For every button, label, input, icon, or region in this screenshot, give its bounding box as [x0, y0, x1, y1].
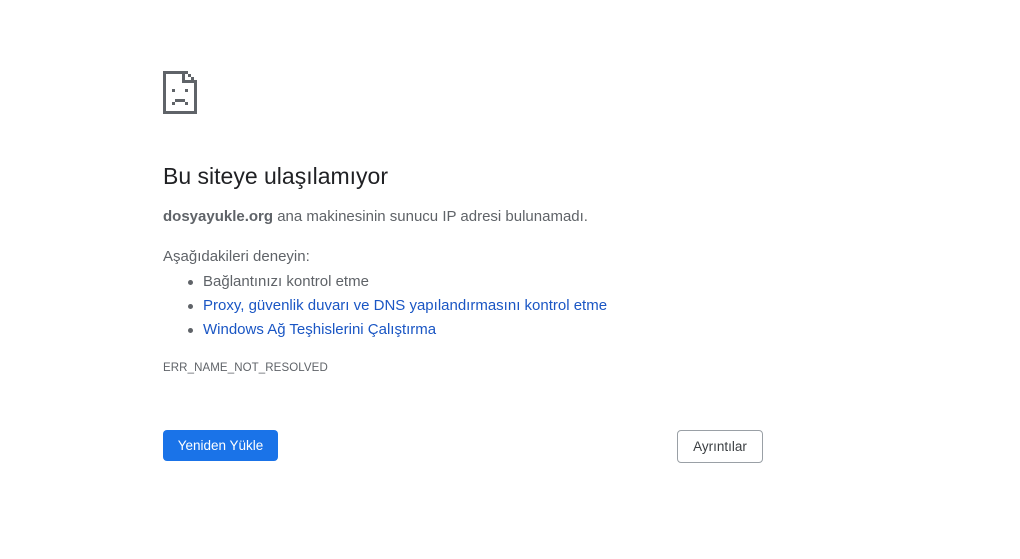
- suggestion-run-diagnostics-label[interactable]: Windows Ağ Teşhislerini Çalıştırma: [203, 321, 436, 338]
- suggestions-list: Bağlantınızı kontrol etme Proxy, güvenli…: [163, 270, 607, 342]
- error-code: ERR_NAME_NOT_RESOLVED: [163, 362, 328, 374]
- suggestion-check-connection: Bağlantınızı kontrol etme: [187, 270, 607, 294]
- error-description: dosyayukle.org ana makinesinin sunucu IP…: [163, 207, 588, 227]
- page-title: Bu siteye ulaşılamıyor: [163, 163, 388, 189]
- reload-button[interactable]: Yeniden Yükle: [163, 430, 278, 461]
- suggestions-heading: Aşağıdakileri deneyin:: [163, 248, 310, 265]
- suggestion-run-diagnostics-link[interactable]: Windows Ağ Teşhislerini Çalıştırma: [187, 318, 607, 342]
- suggestion-check-proxy-label[interactable]: Proxy, güvenlik duvarı ve DNS yapılandır…: [203, 297, 607, 314]
- suggestion-check-proxy-link[interactable]: Proxy, güvenlik duvarı ve DNS yapılandır…: [187, 294, 607, 318]
- error-message: ana makinesinin sunucu IP adresi bulunam…: [273, 208, 588, 225]
- error-page: Bu siteye ulaşılamıyor dosyayukle.org an…: [0, 0, 1020, 559]
- host-name: dosyayukle.org: [163, 208, 274, 225]
- sad-page-icon: [163, 71, 197, 114]
- details-button[interactable]: Ayrıntılar: [677, 430, 763, 463]
